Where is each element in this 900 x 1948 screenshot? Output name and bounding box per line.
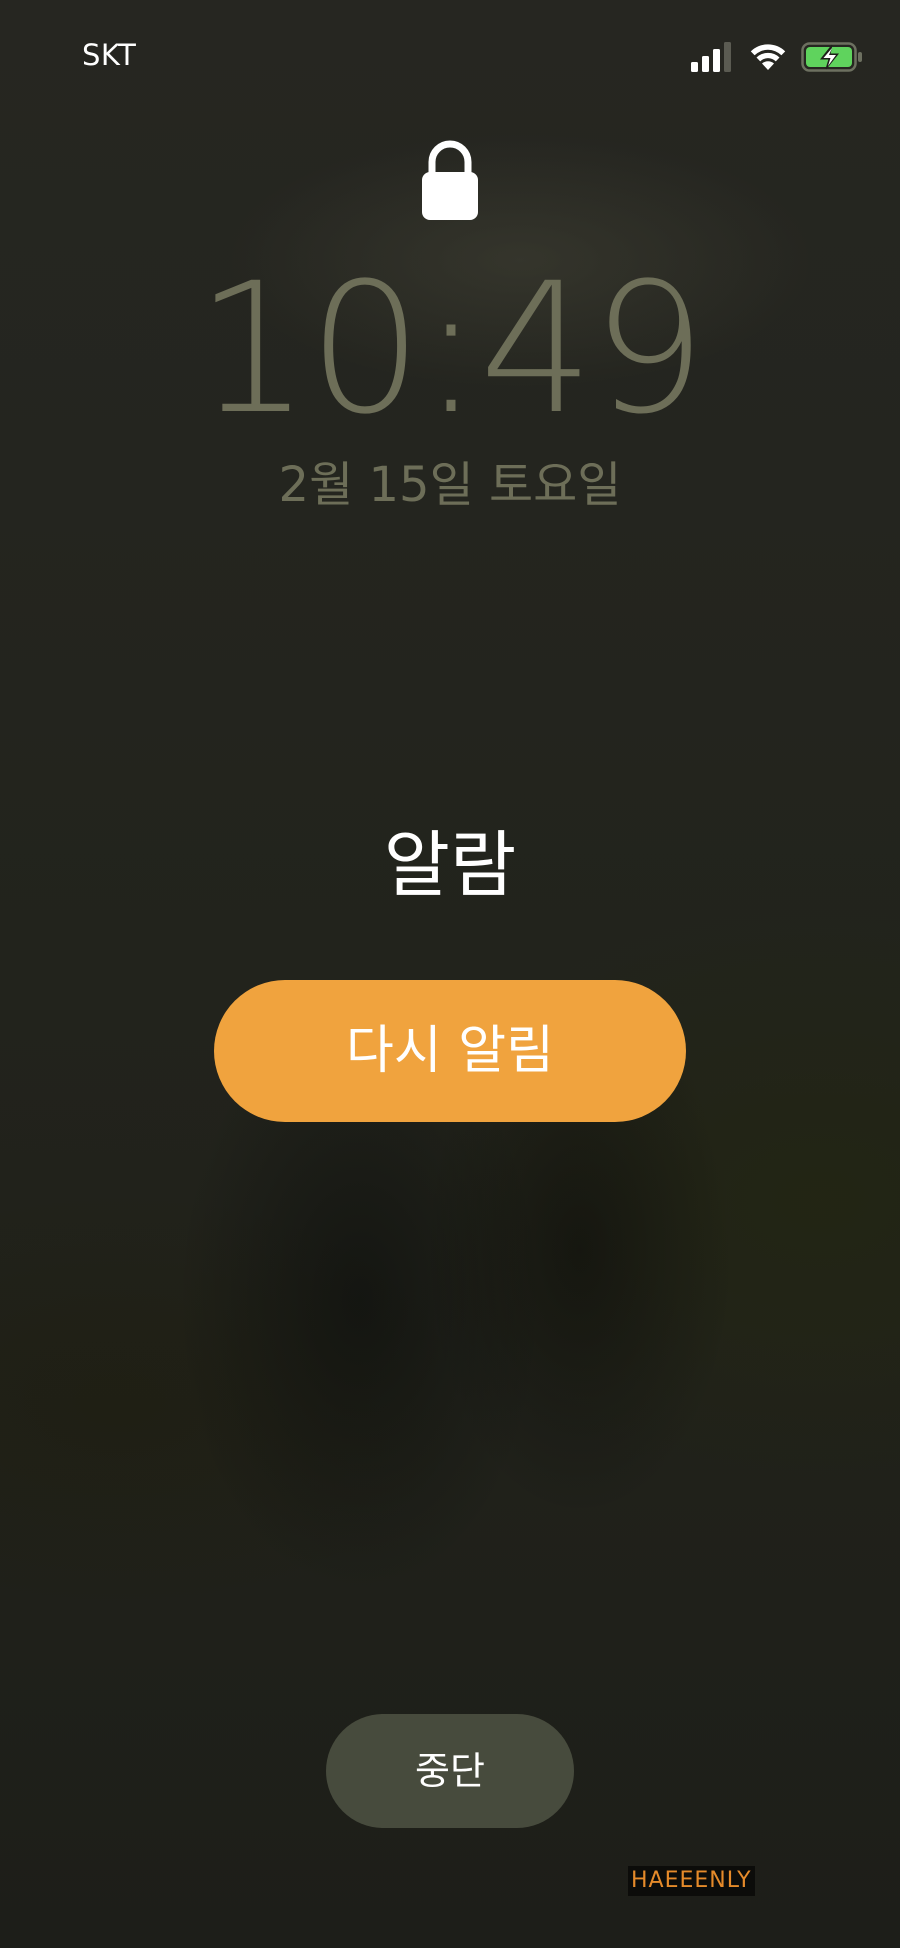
carrier-name: SKT — [82, 38, 137, 72]
clock-time: 10:49 — [195, 245, 707, 454]
wifi-icon — [750, 44, 786, 70]
stop-button[interactable]: 중단 — [326, 1714, 574, 1828]
alarm-title: 알람 — [383, 823, 517, 907]
lock-icon — [422, 140, 478, 220]
signal-icon — [691, 42, 731, 72]
status-icons — [691, 40, 866, 74]
lock-screen: SKT 10:49 2월 15일 토요일 알람 다시 알림 중단 HAEEENL… — [0, 0, 900, 1948]
clock-date: 2월 15일 토요일 — [278, 457, 622, 513]
watermark: HAEEENLY — [628, 1866, 755, 1896]
snooze-button[interactable]: 다시 알림 — [214, 980, 686, 1122]
battery-charging-icon — [801, 42, 862, 72]
